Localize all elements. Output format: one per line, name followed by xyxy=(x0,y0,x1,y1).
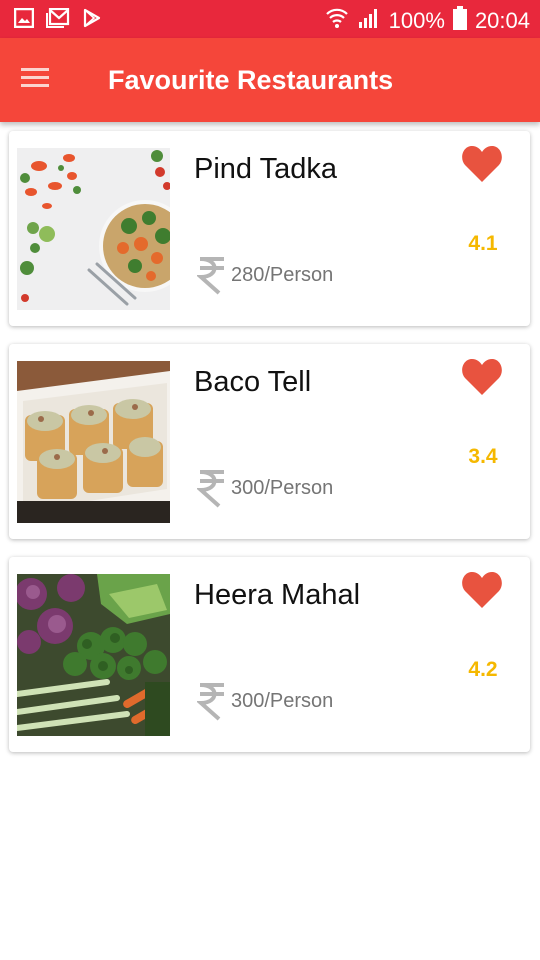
restaurant-rating: 3.4 xyxy=(468,445,498,468)
price-per-person: 300/Person xyxy=(231,477,334,499)
restaurant-rating: 4.1 xyxy=(468,232,498,255)
price-row: 280/Person xyxy=(195,255,334,295)
restaurant-name: Baco Tell xyxy=(194,366,312,398)
rupee-icon xyxy=(195,468,227,508)
food-photo-salad xyxy=(17,148,170,310)
rupee-icon xyxy=(195,681,227,721)
status-bar: 100% 20:04 xyxy=(0,0,540,38)
battery-icon xyxy=(452,6,467,36)
price-per-person: 300/Person xyxy=(231,690,334,712)
food-photo-tacos xyxy=(17,361,170,523)
hamburger-menu-icon[interactable] xyxy=(20,66,52,94)
restaurant-card[interactable]: Baco Tell 3.4 300/Person xyxy=(9,344,530,539)
favorite-heart-icon[interactable] xyxy=(461,145,505,185)
price-row: 300/Person xyxy=(195,468,334,508)
signal-icon xyxy=(357,7,381,35)
restaurant-name: Pind Tadka xyxy=(194,153,337,185)
restaurant-rating: 4.2 xyxy=(468,658,498,681)
favorite-heart-icon[interactable] xyxy=(461,358,505,398)
play-store-icon xyxy=(82,8,102,33)
food-photo-vegetables xyxy=(17,574,170,736)
clock-time: 20:04 xyxy=(474,8,530,33)
restaurant-name: Heera Mahal xyxy=(194,579,361,611)
favorite-heart-icon[interactable] xyxy=(461,571,505,611)
restaurant-card[interactable]: Heera Mahal 4.2 300/Person xyxy=(9,557,530,752)
page-title: Favourite Restaurants xyxy=(108,65,394,95)
gmail-icon xyxy=(46,7,70,33)
price-per-person: 280/Person xyxy=(231,264,334,286)
price-row: 300/Person xyxy=(195,681,334,721)
app-bar: Favourite Restaurants xyxy=(0,38,540,122)
status-system-icons: 100% 20:04 xyxy=(325,6,530,36)
gallery-icon xyxy=(13,7,35,33)
battery-percent: 100% xyxy=(388,8,445,33)
status-notification-icons xyxy=(13,7,102,33)
restaurant-card[interactable]: Pind Tadka 4.1 280/Person xyxy=(9,131,530,326)
wifi-icon xyxy=(325,7,349,35)
rupee-icon xyxy=(195,255,227,295)
